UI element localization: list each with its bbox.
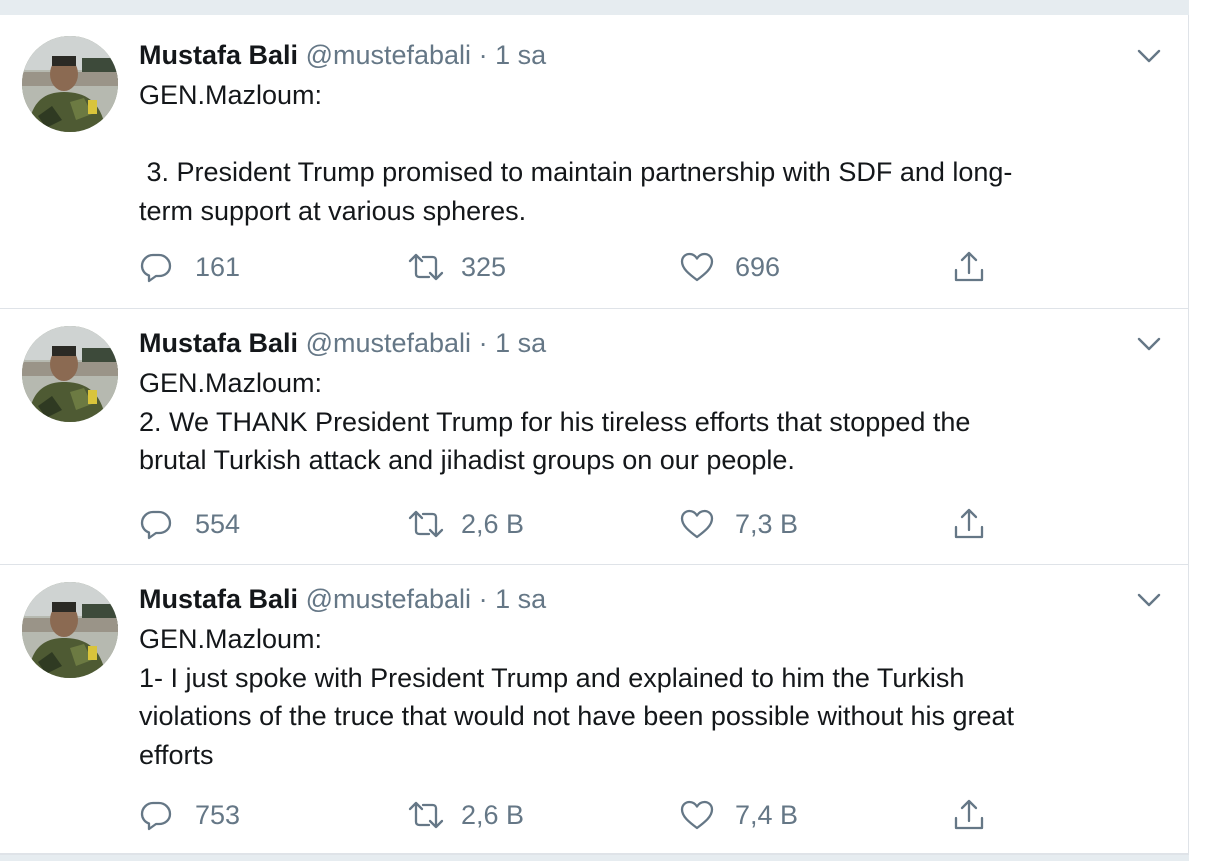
tweet[interactable]: Mustafa Bali @mustefabali · 1 sa GEN.Maz… bbox=[0, 309, 1188, 565]
tweet-text-line: 3. President Trump promised to maintain … bbox=[139, 157, 1013, 187]
avatar-photo bbox=[22, 582, 118, 678]
author-handle[interactable]: @mustefabali bbox=[306, 40, 471, 70]
tweet-text-line: GEN.Mazloum: bbox=[139, 624, 323, 654]
like-button[interactable]: 696 bbox=[679, 247, 780, 287]
author-name[interactable]: Mustafa Bali bbox=[139, 328, 298, 358]
tweet[interactable]: Mustafa Bali @mustefabali · 1 sa GEN.Maz… bbox=[0, 15, 1188, 309]
avatar[interactable] bbox=[22, 582, 118, 678]
tweet-time[interactable]: 1 sa bbox=[495, 40, 546, 70]
avatar-photo bbox=[22, 326, 118, 422]
share-icon bbox=[954, 799, 984, 830]
retweet-count: 2,6 B bbox=[461, 799, 525, 830]
tweet-text-line: GEN.Mazloum: bbox=[139, 80, 323, 110]
like-button[interactable]: 7,3 B bbox=[679, 504, 798, 544]
separator-dot: · bbox=[478, 328, 488, 358]
tweet-header: Mustafa Bali @mustefabali · 1 sa bbox=[139, 582, 1158, 616]
share-button[interactable] bbox=[951, 795, 987, 835]
reply-button[interactable]: 161 bbox=[139, 247, 240, 287]
tweet-header: Mustafa Bali @mustefabali · 1 sa bbox=[139, 38, 1158, 72]
chevron-down-icon[interactable] bbox=[1134, 41, 1164, 71]
separator-dot: · bbox=[478, 584, 488, 614]
tweet-actions: 161 325 696 bbox=[139, 247, 999, 287]
tweet-text-line: 2. We THANK President Trump for his tire… bbox=[139, 406, 971, 437]
author-name[interactable]: Mustafa Bali bbox=[139, 40, 298, 70]
reply-icon bbox=[140, 253, 172, 283]
retweet-button[interactable]: 2,6 B bbox=[407, 504, 524, 544]
tweet-text: GEN.Mazloum: 1- I just spoke with Presid… bbox=[139, 620, 1158, 774]
retweet-button[interactable]: 325 bbox=[407, 247, 506, 287]
share-button[interactable] bbox=[951, 247, 987, 287]
reply-button[interactable]: 554 bbox=[139, 504, 240, 544]
avatar[interactable] bbox=[22, 326, 118, 422]
avatar-photo bbox=[22, 36, 118, 132]
tweet-text-line: brutal Turkish attack and jihadist group… bbox=[139, 445, 795, 475]
retweet-icon bbox=[408, 253, 444, 281]
retweet-count: 2,6 B bbox=[461, 508, 525, 539]
like-count: 696 bbox=[735, 251, 781, 282]
share-button[interactable] bbox=[951, 504, 987, 544]
like-count: 7,4 B bbox=[735, 799, 799, 830]
retweet-button[interactable]: 2,6 B bbox=[407, 795, 524, 835]
reply-icon bbox=[140, 510, 172, 540]
chevron-down-icon[interactable] bbox=[1134, 585, 1164, 615]
like-button[interactable]: 7,4 B bbox=[679, 795, 798, 835]
reply-count: 161 bbox=[195, 251, 241, 282]
reply-icon bbox=[140, 801, 172, 831]
retweet-icon bbox=[408, 510, 444, 538]
tweet-time[interactable]: 1 sa bbox=[495, 584, 546, 614]
share-icon bbox=[954, 251, 984, 282]
like-count: 7,3 B bbox=[735, 508, 799, 539]
retweet-count: 325 bbox=[461, 251, 507, 282]
author-name[interactable]: Mustafa Bali bbox=[139, 584, 298, 614]
reply-count: 554 bbox=[195, 508, 241, 539]
tweet-text-line: violations of the truce that would not h… bbox=[139, 701, 1015, 731]
heart-icon bbox=[680, 252, 714, 282]
right-margin bbox=[1189, 0, 1213, 861]
avatar[interactable] bbox=[22, 36, 118, 132]
heart-icon bbox=[680, 509, 714, 539]
tweet-actions: 554 2,6 B 7,3 B bbox=[139, 504, 999, 544]
reply-count: 753 bbox=[195, 799, 241, 830]
reply-button[interactable]: 753 bbox=[139, 795, 240, 835]
chevron-down-icon[interactable] bbox=[1134, 329, 1164, 359]
top-strip bbox=[0, 0, 1188, 15]
share-icon bbox=[954, 508, 984, 539]
retweet-icon bbox=[408, 801, 444, 829]
separator-dot: · bbox=[478, 40, 488, 70]
heart-icon bbox=[680, 800, 714, 830]
author-handle[interactable]: @mustefabali bbox=[306, 328, 471, 358]
tweet[interactable]: Mustafa Bali @mustefabali · 1 sa GEN.Maz… bbox=[0, 565, 1188, 855]
tweet-header: Mustafa Bali @mustefabali · 1 sa bbox=[139, 326, 1158, 360]
tweet-text-line: 1- I just spoke with President Trump and… bbox=[139, 662, 965, 693]
tweet-text-line: efforts bbox=[139, 739, 214, 770]
tweet-text: GEN.Mazloum: 2. We THANK President Trump… bbox=[139, 364, 1158, 480]
tweet-feed: Mustafa Bali @mustefabali · 1 sa GEN.Maz… bbox=[0, 15, 1189, 855]
author-handle[interactable]: @mustefabali bbox=[306, 584, 471, 614]
tweet-actions: 753 2,6 B 7,4 B bbox=[139, 795, 999, 835]
tweet-text: GEN.Mazloum: 3. President Trump promised… bbox=[139, 76, 1158, 230]
tweet-text-line: GEN.Mazloum: bbox=[139, 368, 323, 398]
tweet-time[interactable]: 1 sa bbox=[495, 328, 546, 358]
tweet-text-line: term support at various spheres. bbox=[139, 195, 527, 226]
